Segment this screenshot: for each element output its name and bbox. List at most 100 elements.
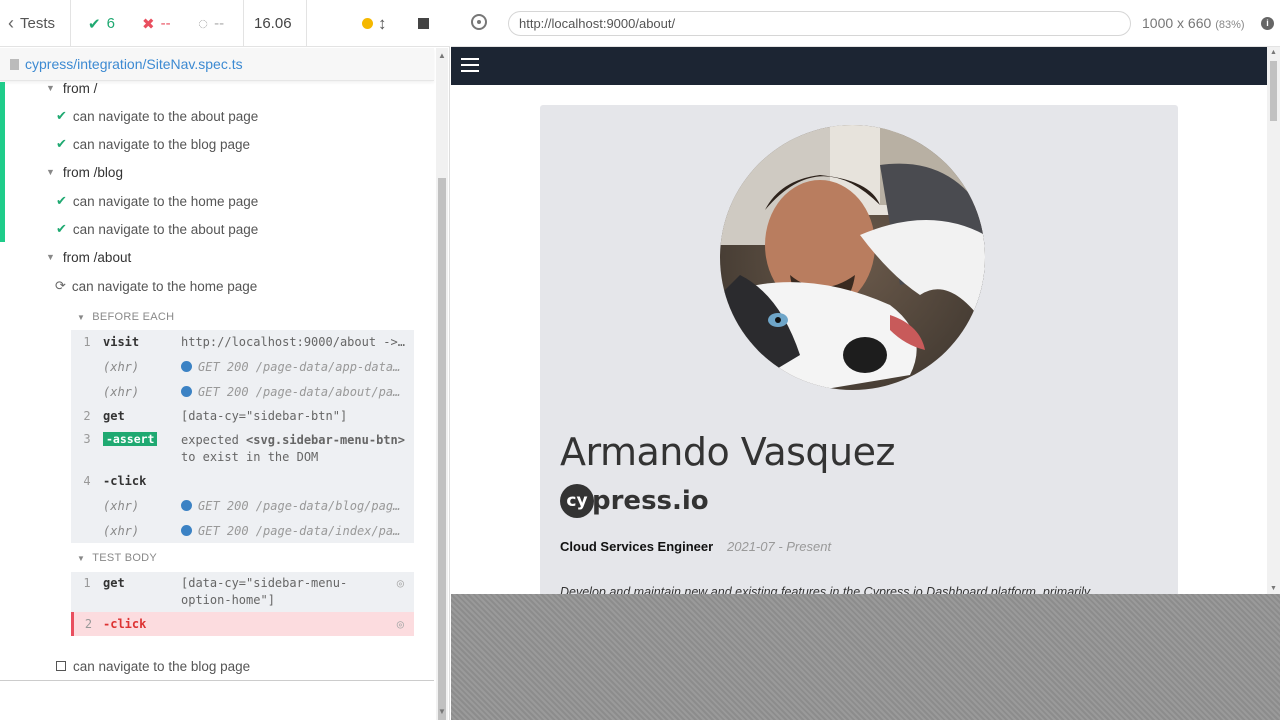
passed-count-value: 6 <box>106 15 115 32</box>
test-row[interactable]: ✔ can navigate to the about page <box>56 106 258 126</box>
pending-square-icon <box>56 661 66 671</box>
test-body-commands: 1 get [data-cy="sidebar-menu-option-home… <box>71 572 414 636</box>
suite-from-blog[interactable]: ▼ from /blog <box>46 162 123 182</box>
url-bar[interactable]: http://localhost:9000/about/ <box>508 11 1131 36</box>
command-row[interactable]: 1 get [data-cy="sidebar-menu-option-home… <box>71 572 414 610</box>
command-name: (xhr) <box>103 499 140 513</box>
file-icon <box>10 58 19 70</box>
suite-from-about[interactable]: ▼ from /about <box>46 247 131 267</box>
stop-button[interactable] <box>418 0 429 47</box>
command-name: visit <box>103 335 140 349</box>
failed-count: ✖ -- <box>142 0 171 47</box>
command-name: (xhr) <box>103 384 140 399</box>
test-row[interactable]: ✔ can navigate to the about page <box>56 219 258 239</box>
test-row-pending[interactable]: can navigate to the blog page <box>56 656 250 676</box>
aut-scrollbar[interactable]: ▲ ▼ <box>1267 47 1280 594</box>
xhr-indicator-icon <box>181 360 192 372</box>
hook-test-body[interactable]: ▼ TEST BODY <box>77 548 157 568</box>
command-number: 4 <box>83 474 91 488</box>
company-logo-text: press.io <box>592 486 709 516</box>
x-icon: ✖ <box>142 15 155 33</box>
command-name: -click <box>103 617 147 631</box>
test-row[interactable]: ✔ can navigate to the home page <box>56 191 258 211</box>
eye-slash-icon: ◎ <box>396 617 404 631</box>
eye-slash-icon: ◎ <box>396 576 404 590</box>
assert-badge: -assert <box>103 432 158 446</box>
profile-name: Armando Vasquez <box>560 430 895 474</box>
command-number: 2 <box>83 409 91 423</box>
viewport-scale: (83%) <box>1215 19 1245 31</box>
command-row[interactable]: (xhr) GET 200 /page-data/app-data... <box>71 354 414 379</box>
caret-down-icon: ▼ <box>77 553 86 563</box>
command-number: 1 <box>83 335 91 349</box>
command-number: 2 <box>84 617 93 631</box>
divider <box>0 680 434 681</box>
company-logo: cy press.io <box>560 483 709 519</box>
test-title: can navigate to the home page <box>72 193 259 209</box>
assert-subject: <svg.sidebar-menu-btn> <box>246 433 405 447</box>
pending-count-value: -- <box>214 15 225 32</box>
command-row[interactable]: 2 get [data-cy="sidebar-btn"] <box>71 404 414 428</box>
selector-playground-icon[interactable] <box>471 14 487 30</box>
command-number: 1 <box>83 576 91 590</box>
passed-bar <box>0 82 5 242</box>
job-description: Develop and maintain new and existing fe… <box>560 585 1091 594</box>
caret-down-icon: ▼ <box>46 252 55 262</box>
check-icon: ✔ <box>56 221 67 236</box>
scroll-down-icon[interactable]: ▼ <box>1270 585 1277 592</box>
spec-path-link[interactable]: cypress/integration/SiteNav.spec.ts <box>25 56 243 72</box>
test-title: can navigate to the home page <box>71 278 258 294</box>
scrollbar-thumb[interactable] <box>1270 61 1277 121</box>
chevron-left-icon: ‹ <box>8 13 14 33</box>
assert-text: to exist in the DOM <box>181 450 319 464</box>
auto-scroll-button[interactable]: ↕ <box>378 0 387 47</box>
scroll-up-icon[interactable]: ▲ <box>1270 49 1277 56</box>
test-row-running[interactable]: ⟳ can navigate to the home page <box>55 276 257 296</box>
divider <box>306 0 307 47</box>
test-row[interactable]: ✔ can navigate to the blog page <box>56 134 250 154</box>
pending-count: ◌ -- <box>198 0 224 47</box>
before-each-commands: 1 visit http://localhost:9000/about ->..… <box>71 330 414 543</box>
check-icon: ✔ <box>88 15 101 33</box>
test-title: can navigate to the blog page <box>73 658 251 674</box>
running-dot-icon <box>362 18 373 29</box>
aut-iframe: Armando Vasquez cy press.io Cloud Servic… <box>451 47 1280 594</box>
command-row[interactable]: (xhr) GET 200 /page-data/about/pa... <box>71 379 414 404</box>
info-icon[interactable]: i <box>1261 17 1274 30</box>
back-to-tests-button[interactable]: ‹ Tests <box>8 0 55 47</box>
suite-from-root[interactable]: ▼ from / <box>46 82 97 98</box>
viewport-overflow-area <box>451 594 1280 720</box>
command-message: [data-cy="sidebar-menu-option-home"] <box>181 576 348 607</box>
command-row-assert[interactable]: 3 -assert expected <svg.sidebar-menu-btn… <box>71 428 414 468</box>
command-name: get <box>103 576 125 590</box>
scroll-up-icon[interactable]: ▲ <box>438 51 446 60</box>
test-title: can navigate to the blog page <box>72 136 251 152</box>
reporter-panel: ‹ Tests ✔ 6 ✖ -- ◌ -- 16.06 ↕ cypress/in… <box>0 0 450 720</box>
command-name: -click <box>103 474 147 488</box>
command-row[interactable]: (xhr) GET 200 /page-data/blog/pag... <box>71 494 414 518</box>
test-title: can navigate to the about page <box>72 221 259 237</box>
spec-file-header: cypress/integration/SiteNav.spec.ts <box>0 48 434 81</box>
command-message: GET 200 /page-data/blog/pag... <box>198 499 414 513</box>
profile-photo <box>720 125 985 390</box>
command-name: (xhr) <box>103 359 140 374</box>
scrollbar-thumb[interactable] <box>438 178 446 720</box>
command-row[interactable]: (xhr) GET 200 /page-data/index/pa... <box>71 518 414 543</box>
site-navbar <box>451 47 1267 85</box>
hamburger-menu-icon[interactable] <box>461 58 479 74</box>
divider <box>70 0 71 47</box>
command-message: [data-cy="sidebar-btn"] <box>181 409 348 423</box>
command-name: (xhr) <box>103 523 140 538</box>
job-title: Cloud Services Engineer <box>560 539 714 554</box>
reporter-scrollbar[interactable]: ▲ ▼ <box>436 48 448 720</box>
check-icon: ✔ <box>56 108 67 123</box>
xhr-indicator-icon <box>181 385 192 397</box>
runnables-list: ▼ from / ✔ can navigate to the about pag… <box>0 82 434 682</box>
command-row[interactable]: 1 visit http://localhost:9000/about ->..… <box>71 330 414 354</box>
caret-down-icon: ▼ <box>77 312 86 322</box>
test-title: can navigate to the about page <box>72 108 259 124</box>
hook-before-each[interactable]: ▼ BEFORE EACH <box>77 307 174 327</box>
command-row[interactable]: 4 -click <box>71 468 414 494</box>
scroll-down-icon[interactable]: ▼ <box>438 707 446 716</box>
command-row-failed[interactable]: 2 -click ◎ <box>71 612 414 636</box>
